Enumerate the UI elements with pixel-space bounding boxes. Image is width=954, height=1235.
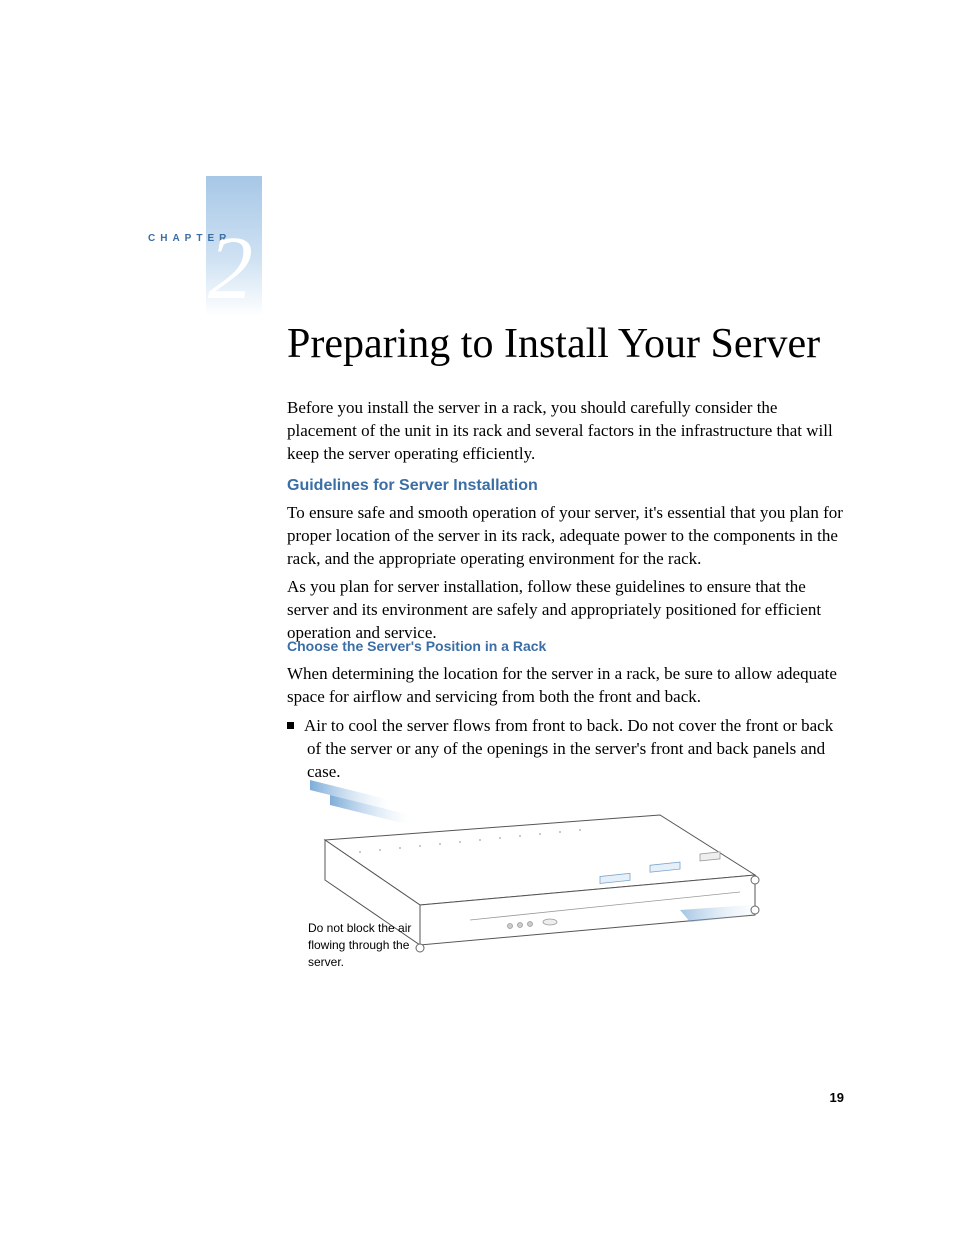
page-number: 19 bbox=[830, 1090, 844, 1105]
figure-caption: Do not block the air flowing through the… bbox=[308, 920, 438, 970]
bullet-text: Air to cool the server flows from front … bbox=[304, 716, 833, 781]
bullet-item: Air to cool the server flows from front … bbox=[287, 715, 843, 784]
subsection1-para: When determining the location for the se… bbox=[287, 663, 843, 709]
intro-paragraph: Before you install the server in a rack,… bbox=[287, 397, 843, 466]
page-title: Preparing to Install Your Server bbox=[287, 320, 820, 368]
section-heading-guidelines: Guidelines for Server Installation bbox=[287, 477, 538, 495]
subsection-heading-position: Choose the Server's Position in a Rack bbox=[287, 638, 546, 654]
section1-para1: To ensure safe and smooth operation of y… bbox=[287, 502, 843, 571]
section1-para2: As you plan for server installation, fol… bbox=[287, 576, 843, 645]
bullet-square-icon bbox=[287, 722, 294, 729]
chapter-number: 2 bbox=[208, 224, 253, 314]
